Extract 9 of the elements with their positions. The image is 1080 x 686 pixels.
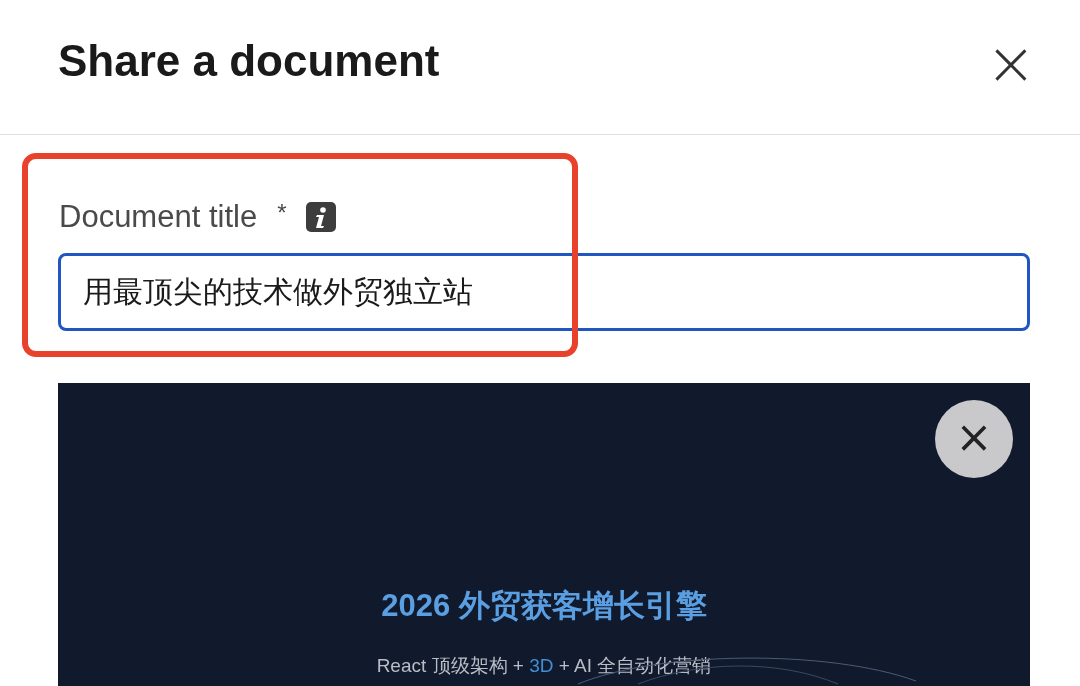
required-mark: *	[277, 198, 287, 228]
slide-headline: 2026 外贸获客增长引擎	[381, 587, 707, 625]
info-icon	[306, 202, 337, 232]
field-label: Document title	[59, 197, 258, 236]
close-button[interactable]: ×	[986, 42, 1036, 92]
title-input-field[interactable]: 用最顶尖的技术做外贸独立站	[58, 253, 1030, 331]
remove-button[interactable]: ×	[935, 400, 1013, 478]
slide-subtitle: React 顶级架构 + 3D + AI 全自动化营销	[376, 653, 712, 678]
dialog-title: Share a document	[58, 35, 440, 87]
